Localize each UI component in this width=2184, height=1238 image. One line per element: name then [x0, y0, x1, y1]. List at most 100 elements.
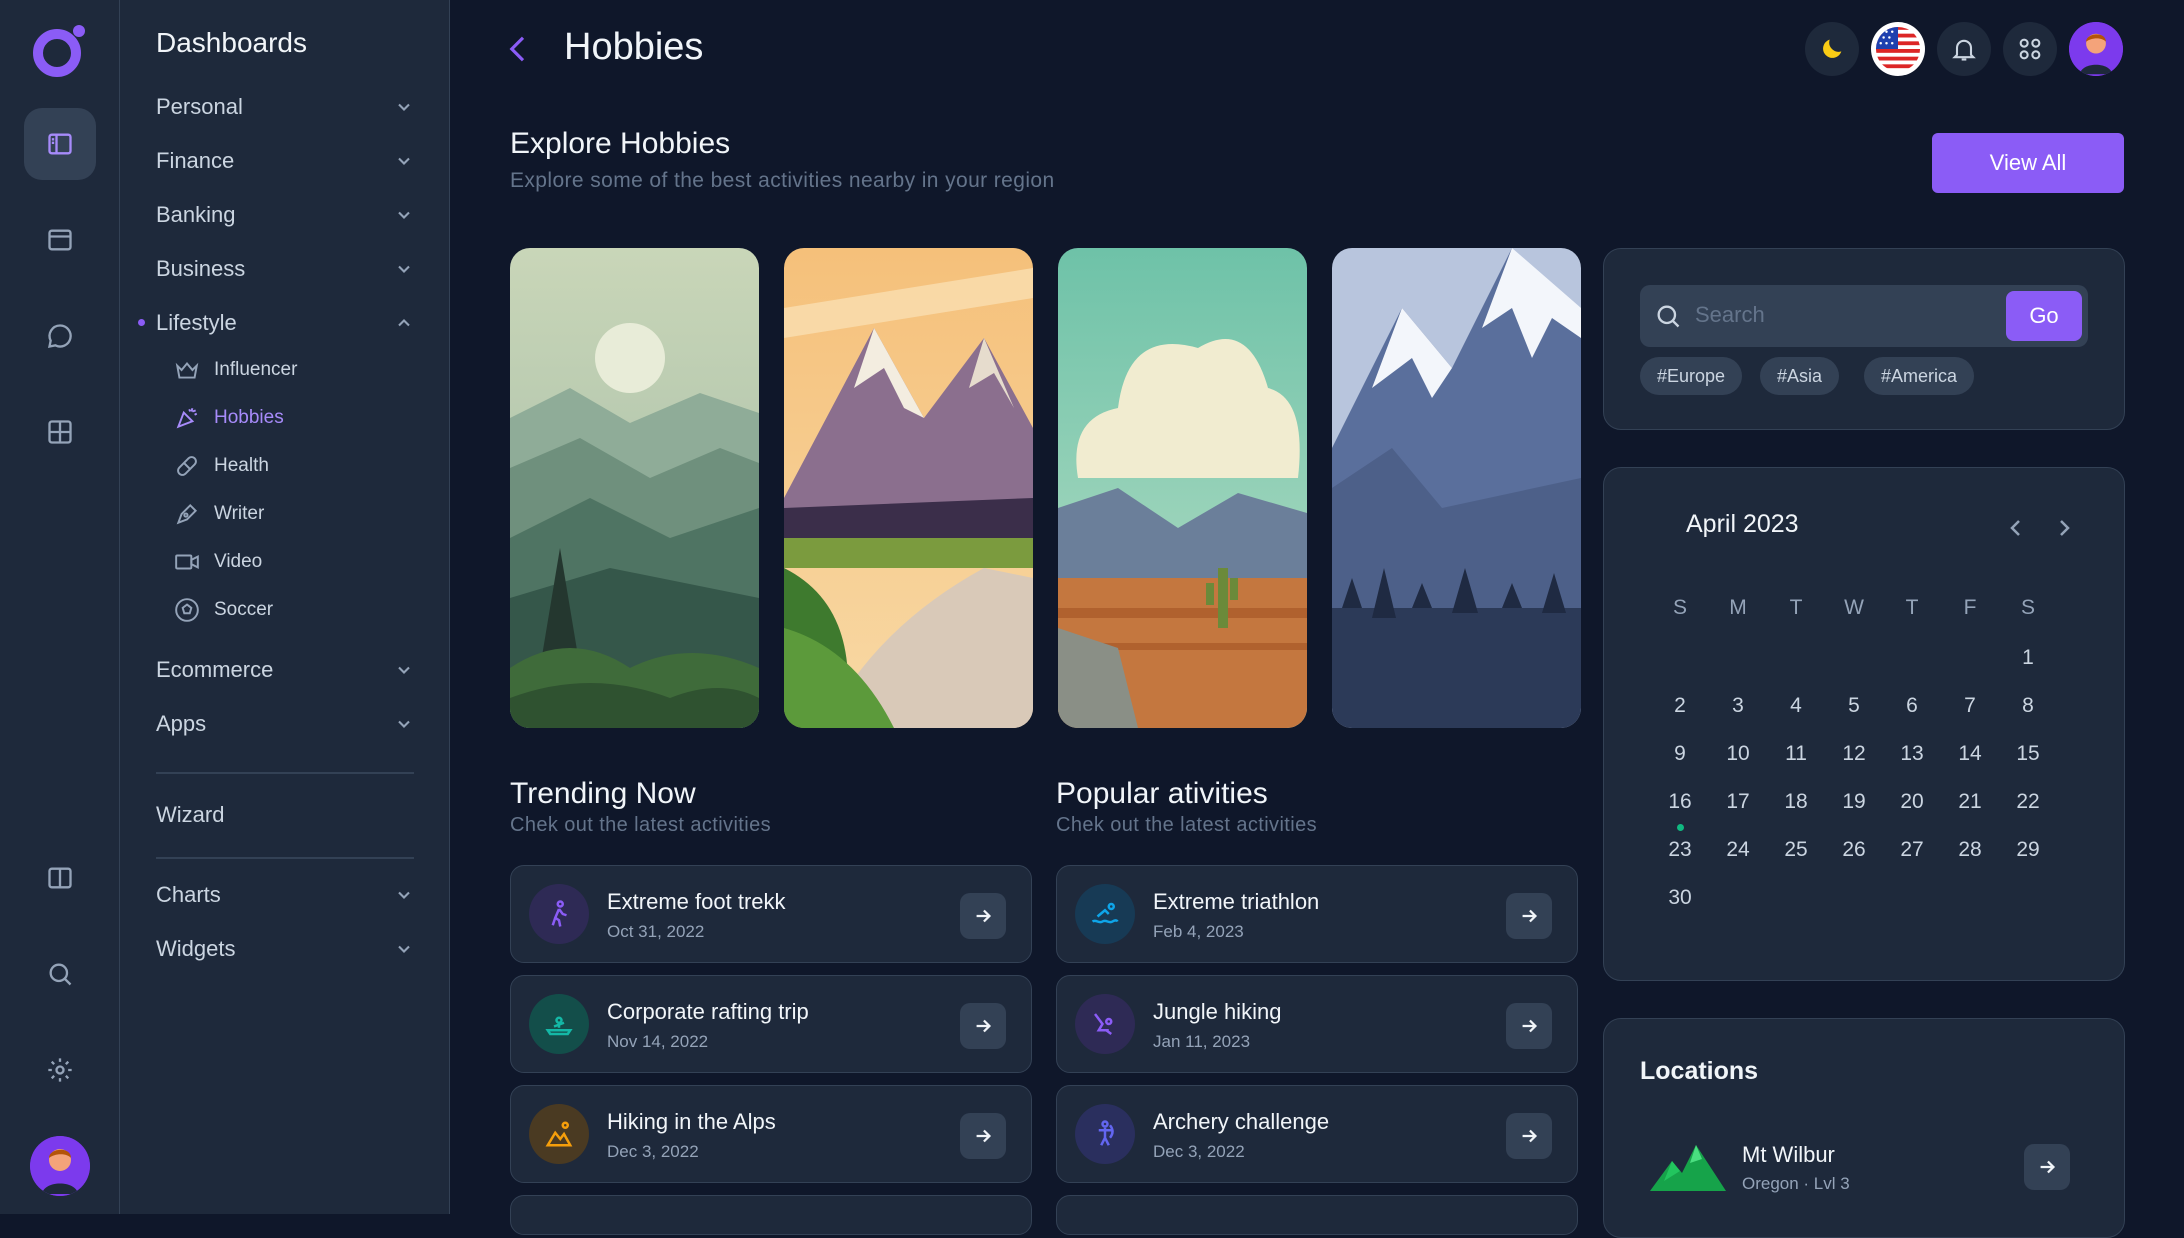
weekday-label: M [1729, 596, 1747, 619]
columns-icon[interactable] [24, 842, 96, 914]
nav-item-charts[interactable]: Charts [156, 875, 414, 915]
tag-europe[interactable]: #Europe [1640, 357, 1743, 395]
open-activity-button[interactable] [960, 1003, 1006, 1049]
nav-item-banking[interactable]: Banking [156, 195, 414, 235]
calendar-day[interactable]: 13 [1892, 742, 1932, 766]
calendar-day[interactable]: 30 [1660, 886, 1700, 910]
nav-item-ecommerce[interactable]: Ecommerce [156, 650, 414, 690]
calendar-day[interactable]: 25 [1776, 838, 1816, 862]
calendar-day[interactable]: 1 [2008, 646, 2048, 670]
browser-window-icon[interactable] [24, 204, 96, 276]
grid-layout-icon[interactable] [24, 396, 96, 468]
chat-bubble-icon[interactable] [24, 300, 96, 372]
calendar-day[interactable]: 18 [1776, 790, 1816, 814]
open-activity-button[interactable] [960, 893, 1006, 939]
calendar-day[interactable]: 22 [2008, 790, 2048, 814]
nav-item-lifestyle[interactable]: Lifestyle [156, 303, 414, 343]
sidebar-toggle-icon[interactable] [24, 108, 96, 180]
gear-icon[interactable] [24, 1034, 96, 1106]
pen-icon [176, 503, 198, 525]
open-activity-button[interactable] [1506, 1003, 1552, 1049]
calendar-day[interactable]: 26 [1834, 838, 1874, 862]
theme-toggle-button[interactable] [1805, 22, 1859, 76]
today-indicator [1677, 824, 1684, 831]
calendar-day[interactable]: 14 [1950, 742, 1990, 766]
nav-item-business[interactable]: Business [156, 249, 414, 289]
sub-item-video[interactable]: Video [174, 544, 262, 580]
weekday-label: T [1905, 596, 1919, 619]
hobby-image-snowy-peaks[interactable] [1332, 248, 1581, 728]
search-input[interactable]: Search [1695, 302, 1765, 328]
calendar-day[interactable]: 23 [1660, 838, 1700, 862]
calendar-day[interactable]: 8 [2008, 694, 2048, 718]
arrow-right-icon [976, 1019, 992, 1033]
calendar-day[interactable]: 9 [1660, 742, 1700, 766]
calendar-day[interactable]: 17 [1718, 790, 1758, 814]
calendar-day[interactable]: 15 [2008, 742, 2048, 766]
nav-label: Ecommerce [156, 657, 274, 682]
hiker-icon [529, 884, 589, 944]
open-activity-button[interactable] [1506, 1113, 1552, 1159]
tag-america[interactable]: #America [1864, 357, 1975, 395]
nav-item-wizard[interactable]: Wizard [156, 795, 414, 835]
calendar-day[interactable]: 29 [2008, 838, 2048, 862]
header-avatar[interactable] [2069, 22, 2123, 76]
calendar-day[interactable]: 11 [1776, 742, 1816, 766]
activity-card[interactable]: Corporate rafting trip Nov 14, 2022 [510, 975, 1032, 1073]
user-avatar[interactable] [30, 1136, 90, 1196]
view-all-button[interactable]: View All [1932, 133, 2124, 193]
activity-card[interactable]: Extreme foot trekk Oct 31, 2022 [510, 865, 1032, 963]
open-activity-button[interactable] [1506, 893, 1552, 939]
calendar-day[interactable]: 16 [1660, 790, 1700, 814]
chevron-down-icon [398, 945, 410, 953]
calendar-day[interactable]: 4 [1776, 694, 1816, 718]
activity-card-partial[interactable] [510, 1195, 1032, 1235]
tag-asia[interactable]: #Asia [1760, 357, 1840, 395]
nav-label: Charts [156, 882, 221, 907]
chevron-right-icon[interactable] [2052, 516, 2076, 540]
calendar-day[interactable]: 12 [1834, 742, 1874, 766]
activity-date: Dec 3, 2022 [607, 1142, 699, 1161]
calendar-day[interactable]: 28 [1950, 838, 1990, 862]
calendar-day[interactable]: 7 [1950, 694, 1990, 718]
sub-item-hobbies[interactable]: Hobbies [174, 400, 284, 436]
nav-item-personal[interactable]: Personal [156, 87, 414, 127]
sub-item-soccer[interactable]: Soccer [174, 592, 273, 628]
moon-icon [1823, 39, 1842, 58]
hobby-image-mountain-river[interactable] [784, 248, 1033, 728]
sub-item-health[interactable]: Health [174, 448, 269, 484]
search-go-button[interactable]: Go [2006, 291, 2082, 341]
calendar-day[interactable]: 24 [1718, 838, 1758, 862]
calendar-day[interactable]: 3 [1718, 694, 1758, 718]
activity-card[interactable]: Extreme triathlon Feb 4, 2023 [1056, 865, 1578, 963]
nav-item-finance[interactable]: Finance [156, 141, 414, 181]
calendar-day[interactable]: 21 [1950, 790, 1990, 814]
calendar-day[interactable]: 19 [1834, 790, 1874, 814]
calendar-day[interactable]: 2 [1660, 694, 1700, 718]
calendar-day[interactable]: 10 [1718, 742, 1758, 766]
open-location-button[interactable] [2024, 1144, 2070, 1190]
chevron-left-icon[interactable] [2004, 516, 2028, 540]
language-button[interactable] [1871, 22, 1925, 76]
hobby-image-misty-forest[interactable] [510, 248, 759, 728]
notifications-button[interactable] [1937, 22, 1991, 76]
activity-card-partial[interactable] [1056, 1195, 1578, 1235]
search-icon[interactable] [24, 938, 96, 1010]
hobby-image-desert-canyon[interactable] [1058, 248, 1307, 728]
back-arrow-icon[interactable] [503, 32, 533, 66]
activity-card[interactable]: Archery challenge Dec 3, 2022 [1056, 1085, 1578, 1183]
activity-card[interactable]: Jungle hiking Jan 11, 2023 [1056, 975, 1578, 1073]
sub-item-influencer[interactable]: Influencer [174, 352, 297, 388]
calendar-day[interactable]: 20 [1892, 790, 1932, 814]
calendar-day[interactable]: 6 [1892, 694, 1932, 718]
nav-item-widgets[interactable]: Widgets [156, 929, 414, 969]
apps-grid-button[interactable] [2003, 22, 2057, 76]
nav-item-apps[interactable]: Apps [156, 704, 414, 744]
app-logo-icon[interactable] [30, 20, 90, 80]
open-activity-button[interactable] [960, 1113, 1006, 1159]
nav-label: Personal [156, 94, 243, 119]
sub-item-writer[interactable]: Writer [174, 496, 264, 532]
calendar-day[interactable]: 27 [1892, 838, 1932, 862]
activity-card[interactable]: Hiking in the Alps Dec 3, 2022 [510, 1085, 1032, 1183]
calendar-day[interactable]: 5 [1834, 694, 1874, 718]
